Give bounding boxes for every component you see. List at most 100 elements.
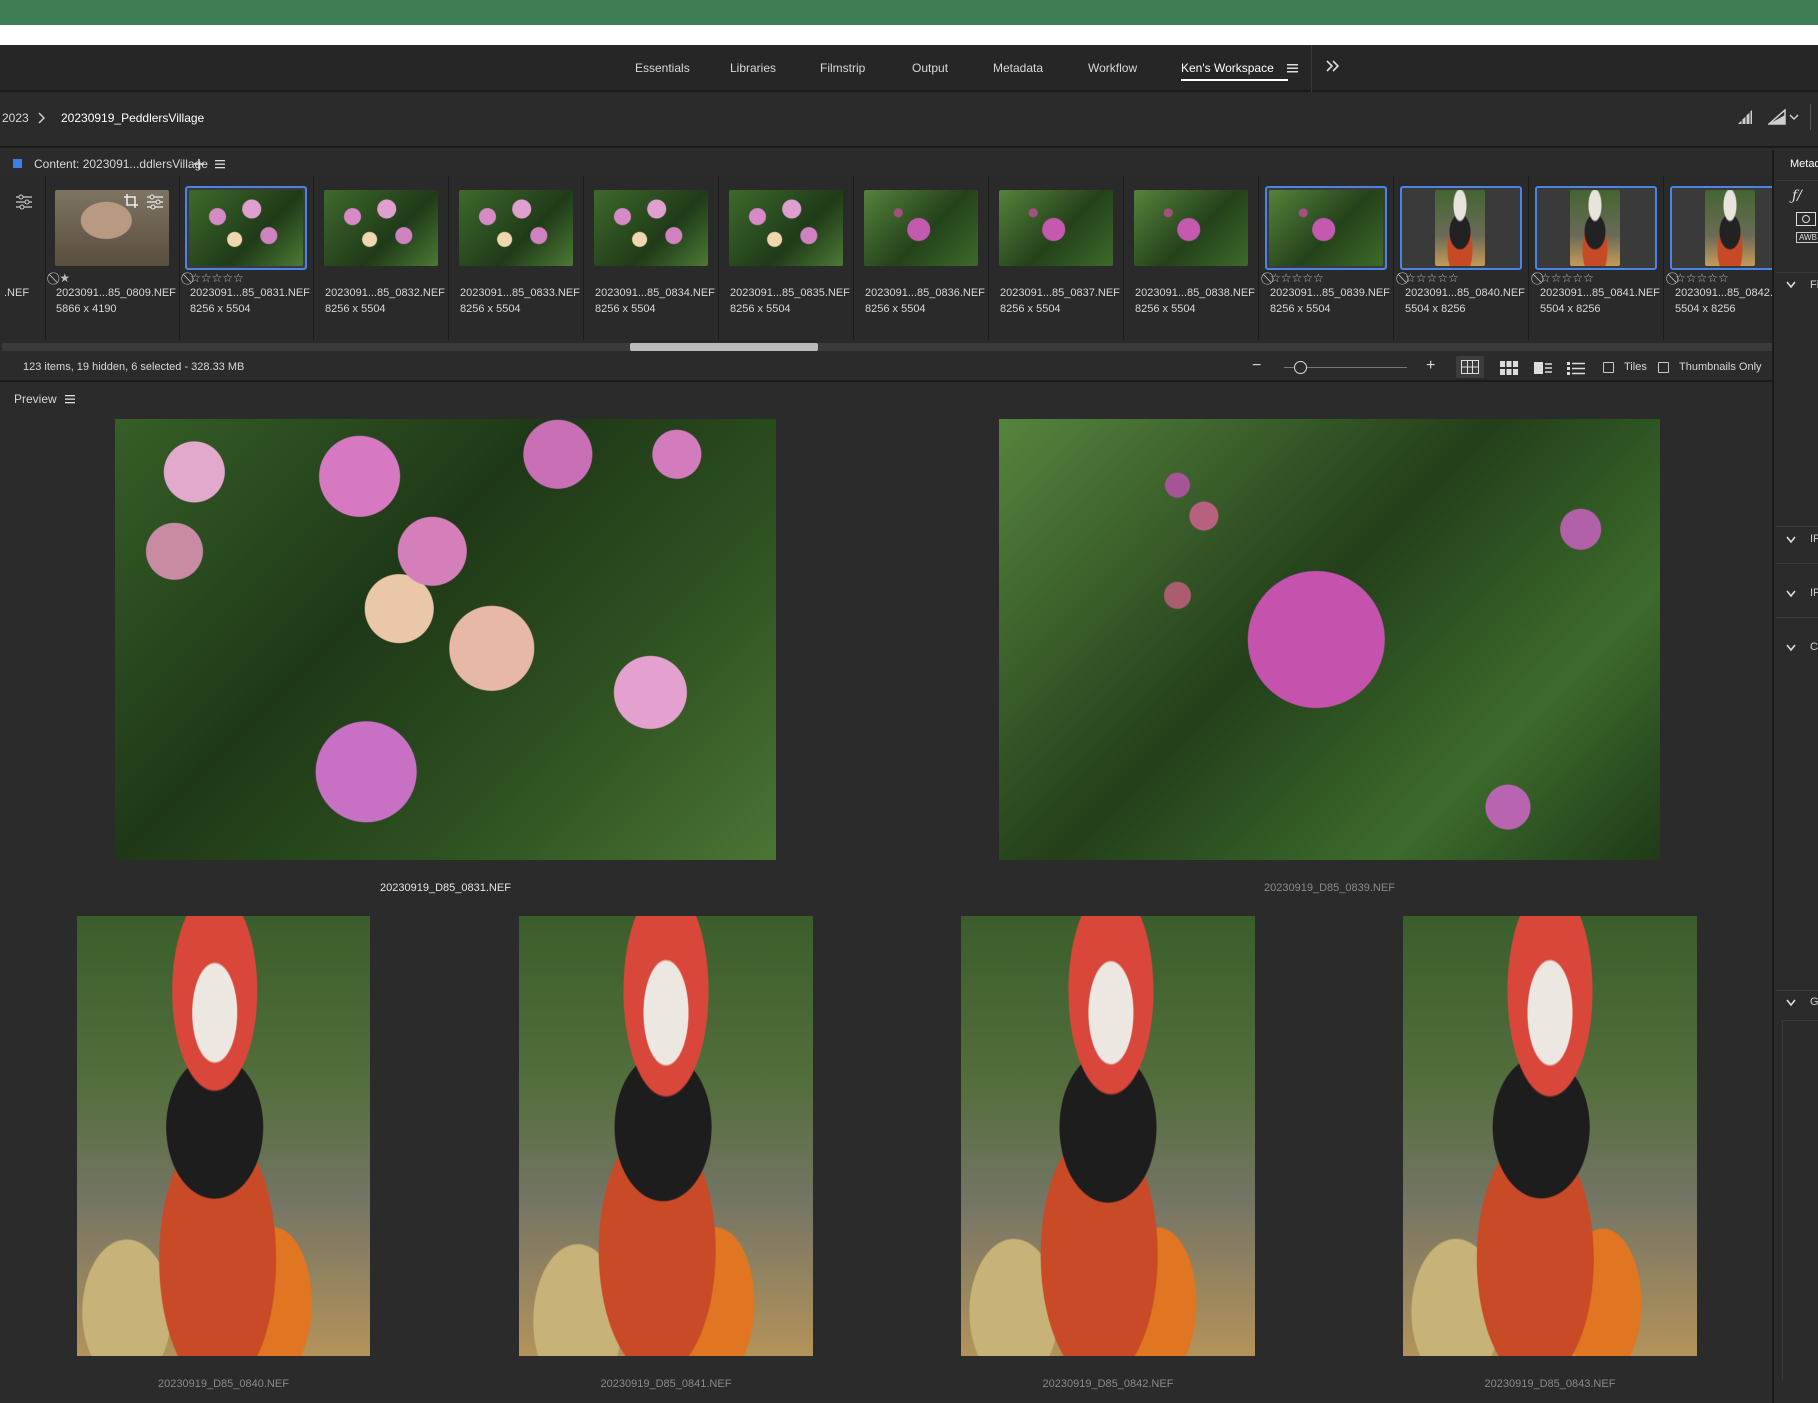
section-camera-data[interactable]: Ca [1810, 641, 1818, 653]
filmstrip-scrollbar-thumb[interactable] [630, 343, 818, 351]
filmstrip-dimensions: 8256 x 5504 [1135, 303, 1196, 315]
tab-kens-workspace-label: Ken's Workspace [1181, 61, 1274, 75]
filmstrip-item[interactable]: 2023091...85_0838.NEF 8256 x 5504 [1125, 176, 1259, 340]
filter-rating-dropdown-icon[interactable] [1768, 109, 1800, 125]
metadata-panel: Metad ƒ/ AWB Fi IP IP Ca GI [1772, 150, 1818, 1403]
tab-workflow[interactable]: Workflow [1088, 61, 1137, 75]
breadcrumb-chevron-icon [38, 112, 46, 124]
panel-divider [1776, 990, 1818, 991]
content-color-square-icon [13, 159, 22, 168]
breadcrumb-parent[interactable]: 2023 [2, 111, 29, 125]
develop-settings-icon [147, 194, 163, 210]
filmstrip-dimensions: 5866 x 4190 [56, 303, 117, 315]
filmstrip-item[interactable]: ⃠☆☆☆☆☆ 2023091...85_0842.N 5504 x 8256 [1665, 176, 1772, 340]
filmstrip-rating[interactable]: ⃠☆☆☆☆☆ [1540, 271, 1594, 286]
zoom-out-button[interactable]: − [1252, 357, 1261, 375]
more-workspaces-chevron-icon[interactable] [1326, 60, 1340, 72]
preview-image-0839[interactable] [999, 419, 1660, 860]
content-panel-header: Content: 2023091...ddlersVillage [0, 150, 1772, 176]
workspace-bar: Essentials Libraries Filmstrip Output Me… [0, 45, 1818, 92]
window-title-bar [0, 0, 1818, 25]
hamburger-icon[interactable] [1287, 64, 1299, 73]
section-expand-chevron-icon[interactable] [1786, 536, 1796, 544]
filmstrip-dimensions: 5504 x 8256 [1675, 303, 1736, 315]
details-view-icon[interactable] [1534, 361, 1552, 375]
content-status-bar: 123 items, 19 hidden, 6 selected - 328.3… [0, 352, 1772, 382]
section-expand-chevron-icon[interactable] [1786, 999, 1796, 1007]
section-iptc-core[interactable]: IP [1810, 533, 1818, 545]
filmstrip-filename: 2023091...85_0838.NEF [1135, 287, 1255, 299]
filmstrip-rating[interactable]: ⃠☆☆☆☆☆ [1270, 271, 1324, 286]
preview-image-0841[interactable] [519, 916, 813, 1356]
panel-divider [1776, 563, 1818, 564]
preview-image-0843[interactable] [1403, 916, 1697, 1356]
filmstrip-item[interactable]: ⃠ ★ 2023091...85_0809.NEF 5866 x 4190 [46, 176, 180, 340]
preview-panel-header: Preview [0, 384, 1772, 414]
filmstrip-item[interactable]: 2023091...85_0837.NEF 8256 x 5504 [990, 176, 1124, 340]
section-gps[interactable]: GI [1810, 996, 1818, 1008]
filmstrip-item[interactable]: 2023091...85_0832.NEF 8256 x 5504 [315, 176, 449, 340]
filmstrip-thumbnail [999, 190, 1113, 266]
window-strip [0, 25, 1818, 45]
filmstrip: .NEF ⃠ ★ 2023091...85_0809.NEF 5866 x 41… [0, 176, 1772, 344]
zoom-in-button[interactable]: + [1426, 357, 1435, 375]
filmstrip-rating[interactable]: ⃠☆☆☆☆☆ [1675, 271, 1729, 286]
tab-metadata[interactable]: Metadata [993, 61, 1043, 75]
filmstrip-thumbnail [864, 190, 978, 266]
preview-image-0840[interactable] [77, 916, 370, 1356]
filmstrip-item[interactable]: 2023091...85_0833.NEF 8256 x 5504 [450, 176, 584, 340]
preview-caption: 20230919_D85_0839.NEF [1264, 882, 1395, 894]
filmstrip-item[interactable]: ⃠☆☆☆☆☆ 2023091...85_0841.NEF 5504 x 8256 [1530, 176, 1664, 340]
filmstrip-scroll-track[interactable] [2, 343, 1772, 351]
filmstrip-item[interactable]: ⃠☆☆☆☆☆ 2023091...85_0840.NEF 5504 x 8256 [1395, 176, 1529, 340]
filmstrip-filename: 2023091...85_0832.NEF [325, 287, 445, 299]
item-count-summary: 123 items, 19 hidden, 6 selected - 328.3… [23, 361, 245, 373]
preview-image-0842[interactable] [961, 916, 1255, 1356]
breadcrumb-current[interactable]: 20230919_PeddlersVillage [61, 111, 204, 125]
filmstrip-rating[interactable]: ⃠ ★ [56, 271, 70, 286]
sort-ascending-icon[interactable] [1737, 109, 1753, 125]
grid-view-button-bg[interactable] [1456, 356, 1484, 378]
filmstrip-dimensions: 8256 x 5504 [1270, 303, 1331, 315]
tiles-checkbox[interactable] [1603, 362, 1614, 373]
filmstrip-item[interactable]: 2023091...85_0836.NEF 8256 x 5504 [855, 176, 989, 340]
thumbnail-size-slider-handle[interactable] [1294, 361, 1307, 374]
tab-essentials[interactable]: Essentials [635, 61, 690, 75]
tiles-label: Tiles [1624, 361, 1647, 373]
list-view-icon[interactable] [1567, 361, 1585, 375]
filmstrip-filename: 2023091...85_0809.NEF [56, 287, 176, 299]
tab-kens-workspace[interactable]: Ken's Workspace [1181, 61, 1299, 81]
filmstrip-item[interactable]: 2023091...85_0835.NEF 8256 x 5504 [720, 176, 854, 340]
add-tab-icon[interactable] [194, 159, 204, 169]
filmstrip-filename: 2023091...85_0831.NEF [190, 287, 310, 299]
filmstrip-thumbnail [594, 190, 708, 266]
filmstrip-item[interactable]: 2023091...85_0834.NEF 8256 x 5504 [585, 176, 719, 340]
filmstrip-dimensions: 8256 x 5504 [865, 303, 926, 315]
filmstrip-filename: 2023091...85_0841.NEF [1540, 287, 1660, 299]
section-iptc-extension[interactable]: IP [1810, 587, 1818, 599]
aperture-icon: ƒ/ [1792, 188, 1802, 204]
section-expand-chevron-icon[interactable] [1786, 281, 1796, 289]
preview-caption: 20230919_D85_0841.NEF [600, 1378, 732, 1390]
section-expand-chevron-icon[interactable] [1786, 590, 1796, 598]
content-menu-hamburger-icon[interactable] [215, 160, 225, 169]
filmstrip-dimensions: 8256 x 5504 [595, 303, 656, 315]
filmstrip-rating[interactable]: ⃠☆☆☆☆☆ [1405, 271, 1459, 286]
preview-image-0831[interactable] [115, 419, 776, 860]
filmstrip-thumbnail [1570, 190, 1620, 266]
preview-menu-hamburger-icon[interactable] [65, 395, 75, 404]
tab-filmstrip[interactable]: Filmstrip [820, 61, 865, 75]
thumbnails-only-checkbox[interactable] [1658, 362, 1669, 373]
preview-caption: 20230919_D85_0831.NEF [380, 882, 511, 894]
panel-divider [1776, 272, 1818, 273]
filmstrip-item[interactable]: ⃠☆☆☆☆☆ 2023091...85_0839.NEF 8256 x 5504 [1260, 176, 1394, 340]
thumbnail-view-icon[interactable] [1500, 361, 1518, 375]
filmstrip-item[interactable]: .NEF [0, 176, 46, 340]
filmstrip-item[interactable]: ⃠☆☆☆☆☆ 2023091...85_0831.NEF 8256 x 5504 [180, 176, 314, 340]
tab-output[interactable]: Output [912, 61, 948, 75]
section-file-properties[interactable]: Fi [1810, 279, 1818, 291]
tab-libraries[interactable]: Libraries [730, 61, 776, 75]
filmstrip-thumbnail [324, 190, 438, 266]
filmstrip-rating[interactable]: ⃠☆☆☆☆☆ [190, 271, 244, 286]
section-expand-chevron-icon[interactable] [1786, 644, 1796, 652]
